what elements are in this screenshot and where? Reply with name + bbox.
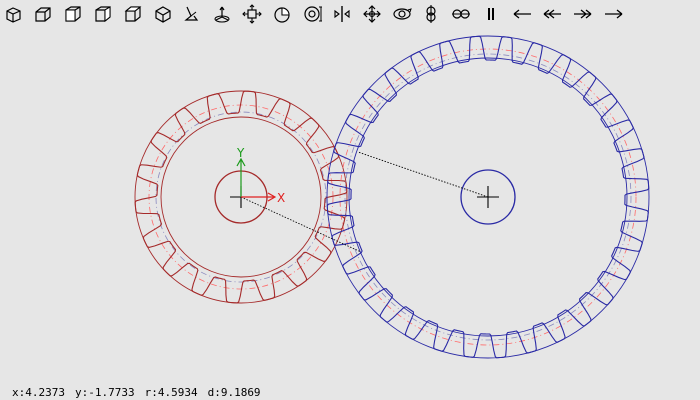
view-back-button[interactable] xyxy=(32,3,54,25)
x-axis-arrow xyxy=(241,192,277,202)
view-right-button[interactable] xyxy=(92,3,114,25)
vertical-link-icon xyxy=(426,5,436,23)
pan-button[interactable] xyxy=(361,3,383,25)
move-button[interactable] xyxy=(241,3,263,25)
measure-line-large xyxy=(357,151,489,198)
horizontal-link-button[interactable] xyxy=(450,3,472,25)
pointer-tool-icon xyxy=(184,6,199,21)
status-d: d:9.1869 xyxy=(207,386,261,399)
view-front-button[interactable] xyxy=(2,3,24,25)
status-bar: x:4.2373 y:-1.7733 r:4.5934 d:9.1869 xyxy=(12,386,271,400)
target-button[interactable] xyxy=(302,3,324,25)
toolbar xyxy=(0,0,700,30)
axis-tool-button[interactable] xyxy=(211,3,233,25)
target-icon xyxy=(304,6,322,22)
step-forward-button[interactable] xyxy=(603,3,625,25)
x-axis-label: X xyxy=(277,191,285,205)
rotate-view-icon xyxy=(274,7,290,23)
rewind-button[interactable] xyxy=(541,3,563,25)
view-top-icon xyxy=(124,6,142,22)
status-y: y:-1.7733 xyxy=(74,386,135,399)
view-right-icon xyxy=(95,6,111,23)
pause-button[interactable] xyxy=(480,3,502,25)
orbit-button[interactable] xyxy=(391,3,413,25)
view-back-icon xyxy=(35,7,51,22)
view-iso-icon xyxy=(155,6,171,23)
mirror-button[interactable] xyxy=(331,3,353,25)
fast-forward-icon xyxy=(574,9,592,19)
pause-icon xyxy=(488,8,494,20)
view-left-icon xyxy=(65,6,81,22)
step-back-button[interactable] xyxy=(511,3,533,25)
view-iso-button[interactable] xyxy=(152,3,174,25)
y-axis-arrow xyxy=(236,157,246,197)
gear-canvas[interactable]: YX xyxy=(0,30,700,380)
move-icon xyxy=(242,4,262,24)
rotate-view-button[interactable] xyxy=(271,3,293,25)
view-front-icon xyxy=(6,7,21,23)
y-axis-label: Y xyxy=(236,146,245,160)
pointer-tool-button[interactable] xyxy=(181,3,203,25)
status-x: x:4.2373 xyxy=(12,386,65,399)
rewind-icon xyxy=(543,9,561,19)
step-back-icon xyxy=(513,9,531,19)
pan-icon xyxy=(363,5,381,23)
step-forward-icon xyxy=(605,9,623,19)
horizontal-link-icon xyxy=(452,9,470,19)
orbit-icon xyxy=(393,8,412,20)
axis-tool-icon xyxy=(214,6,230,23)
mirror-icon xyxy=(334,6,350,22)
view-left-button[interactable] xyxy=(62,3,84,25)
status-r: r:4.5934 xyxy=(144,386,198,399)
vertical-link-button[interactable] xyxy=(420,3,442,25)
view-top-button[interactable] xyxy=(122,3,144,25)
fast-forward-button[interactable] xyxy=(572,3,594,25)
